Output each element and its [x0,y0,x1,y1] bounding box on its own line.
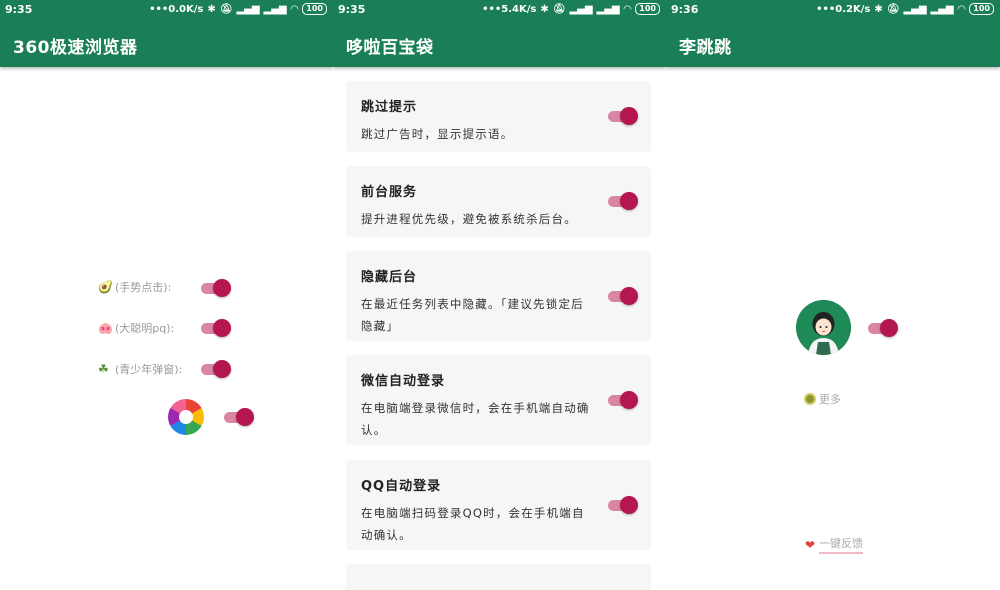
signal-icon: ▂▄▆ [263,3,287,15]
setting-card-partial [346,564,651,590]
bluetooth-icon: ✱ [874,3,883,15]
setting-card-hide-background: 隐藏后台 在最近任务列表中隐藏。「建议先锁定后隐藏」 [346,251,651,341]
gesture-click-row: 🥑 (手势点击): [98,279,171,295]
card-description: 在电脑端扫码登录QQ时，会在手机端自动确认。 [361,506,585,542]
feedback-link[interactable]: ❤ 一键反馈 [805,535,864,554]
card-description: 在电脑端登录微信时，会在手机端自动确认。 [361,401,590,437]
avocado-icon: 🥑 [98,280,113,294]
status-icons: •••0.2K/s ✱ 🔕︎ ▂▄▆ ▂▄▆ ◠ 100 [816,3,994,15]
net-speed: •••5.4K/s [482,3,537,15]
phone-doraemon-pocket: 9:35 •••5.4K/s ✱ 🔕︎ ▂▄▆ ▂▄▆ ◠ 100 哆啦百宝袋 … [333,0,666,590]
kiwi-icon [804,393,816,405]
bluetooth-icon: ✱ [207,3,216,15]
li-tiao-tiao-toggle[interactable] [868,319,898,337]
card-description: 在最近任务列表中隐藏。「建议先锁定后隐藏」 [361,297,584,333]
teen-popup-toggle[interactable] [201,360,231,378]
status-time: 9:35 [5,3,33,16]
360-browser-logo-icon [168,399,204,435]
phone-360-browser: 9:35 •••0.0K/s ✱ 🔕︎ ▂▄▆ ▂▄▆ ◠ 100 360极速浏… [0,0,333,590]
app-bar: 哆啦百宝袋 [333,20,666,67]
heart-icon: ❤ [805,537,816,552]
hide-background-toggle[interactable] [608,287,638,305]
battery-icon: 100 [302,3,327,15]
more-label: 更多 [819,393,841,406]
card-title: 微信自动登录 [361,374,446,389]
teen-popup-row: ☘ (青少年弹窗): [98,361,182,377]
app-title: 哆啦百宝袋 [346,38,434,58]
feedback-label: 一键反馈 [819,535,864,554]
setting-card-foreground-service: 前台服务 提升进程优先级，避免被系统杀后台。 [346,166,651,237]
mute-bell-icon: 🔕︎ [552,3,566,15]
signal-icon: ▂▄▆ [569,3,593,15]
wifi-icon: ◠ [957,3,966,15]
signal-icon: ▂▄▆ [903,3,927,15]
gesture-click-toggle[interactable] [201,279,231,297]
foreground-service-toggle[interactable] [608,192,638,210]
app-title: 李跳跳 [679,38,732,58]
mute-bell-icon: 🔕︎ [886,3,900,15]
card-title: 隐藏后台 [361,270,418,285]
signal-icon: ▂▄▆ [930,3,954,15]
card-title: 跳过提示 [361,100,418,115]
teen-popup-label: (青少年弹窗): [115,363,183,376]
status-time: 9:35 [338,3,366,16]
big-smart-pq-row: 🐽 (大聪明pq): [98,320,174,336]
card-description: 跳过广告时，显示提示语。 [361,127,514,141]
net-speed: •••0.0K/s [149,3,204,15]
status-icons: •••5.4K/s ✱ 🔕︎ ▂▄▆ ▂▄▆ ◠ 100 [482,3,660,15]
status-time: 9:36 [671,3,699,16]
phone-li-tiao-tiao: 9:36 •••0.2K/s ✱ 🔕︎ ▂▄▆ ▂▄▆ ◠ 100 李跳跳 更多… [666,0,1000,590]
app-bar: 360极速浏览器 [0,20,333,67]
signal-icon: ▂▄▆ [596,3,620,15]
wifi-icon: ◠ [623,3,632,15]
status-bar: 9:35 •••0.0K/s ✱ 🔕︎ ▂▄▆ ▂▄▆ ◠ 100 [0,0,333,20]
qq-auto-login-toggle[interactable] [608,496,638,514]
card-description: 提升进程优先级，避免被系统杀后台。 [361,212,577,226]
girl-avatar-icon [796,300,851,355]
clover-icon: ☘ [98,362,109,376]
wifi-icon: ◠ [290,3,299,15]
setting-card-skip-tip: 跳过提示 跳过广告时，显示提示语。 [346,81,651,152]
setting-card-qq-auto-login: QQ自动登录 在电脑端扫码登录QQ时，会在手机端自动确认。 [346,460,651,550]
card-title: 前台服务 [361,185,418,200]
status-bar: 9:35 •••5.4K/s ✱ 🔕︎ ▂▄▆ ▂▄▆ ◠ 100 [333,0,666,20]
browser-master-toggle[interactable] [224,408,254,426]
more-link[interactable]: 更多 [804,391,841,407]
status-icons: •••0.0K/s ✱ 🔕︎ ▂▄▆ ▂▄▆ ◠ 100 [149,3,327,15]
wechat-auto-login-toggle[interactable] [608,391,638,409]
skip-tip-toggle[interactable] [608,107,638,125]
status-bar: 9:36 •••0.2K/s ✱ 🔕︎ ▂▄▆ ▂▄▆ ◠ 100 [666,0,1000,20]
battery-icon: 100 [969,3,994,15]
app-title: 360极速浏览器 [13,38,138,58]
signal-icon: ▂▄▆ [236,3,260,15]
bluetooth-icon: ✱ [540,3,549,15]
big-smart-pq-label: (大聪明pq): [115,322,175,335]
big-smart-pq-toggle[interactable] [201,319,231,337]
card-title: QQ自动登录 [361,479,442,494]
screenshot-collage: 9:35 •••0.0K/s ✱ 🔕︎ ▂▄▆ ▂▄▆ ◠ 100 360极速浏… [0,0,1000,590]
gesture-click-label: (手势点击): [115,281,172,294]
setting-card-wechat-auto-login: 微信自动登录 在电脑端登录微信时，会在手机端自动确认。 [346,355,651,445]
app-bar: 李跳跳 [666,20,1000,67]
mute-bell-icon: 🔕︎ [219,3,233,15]
battery-icon: 100 [635,3,660,15]
pig-nose-icon: 🐽 [98,321,113,335]
net-speed: •••0.2K/s [816,3,871,15]
